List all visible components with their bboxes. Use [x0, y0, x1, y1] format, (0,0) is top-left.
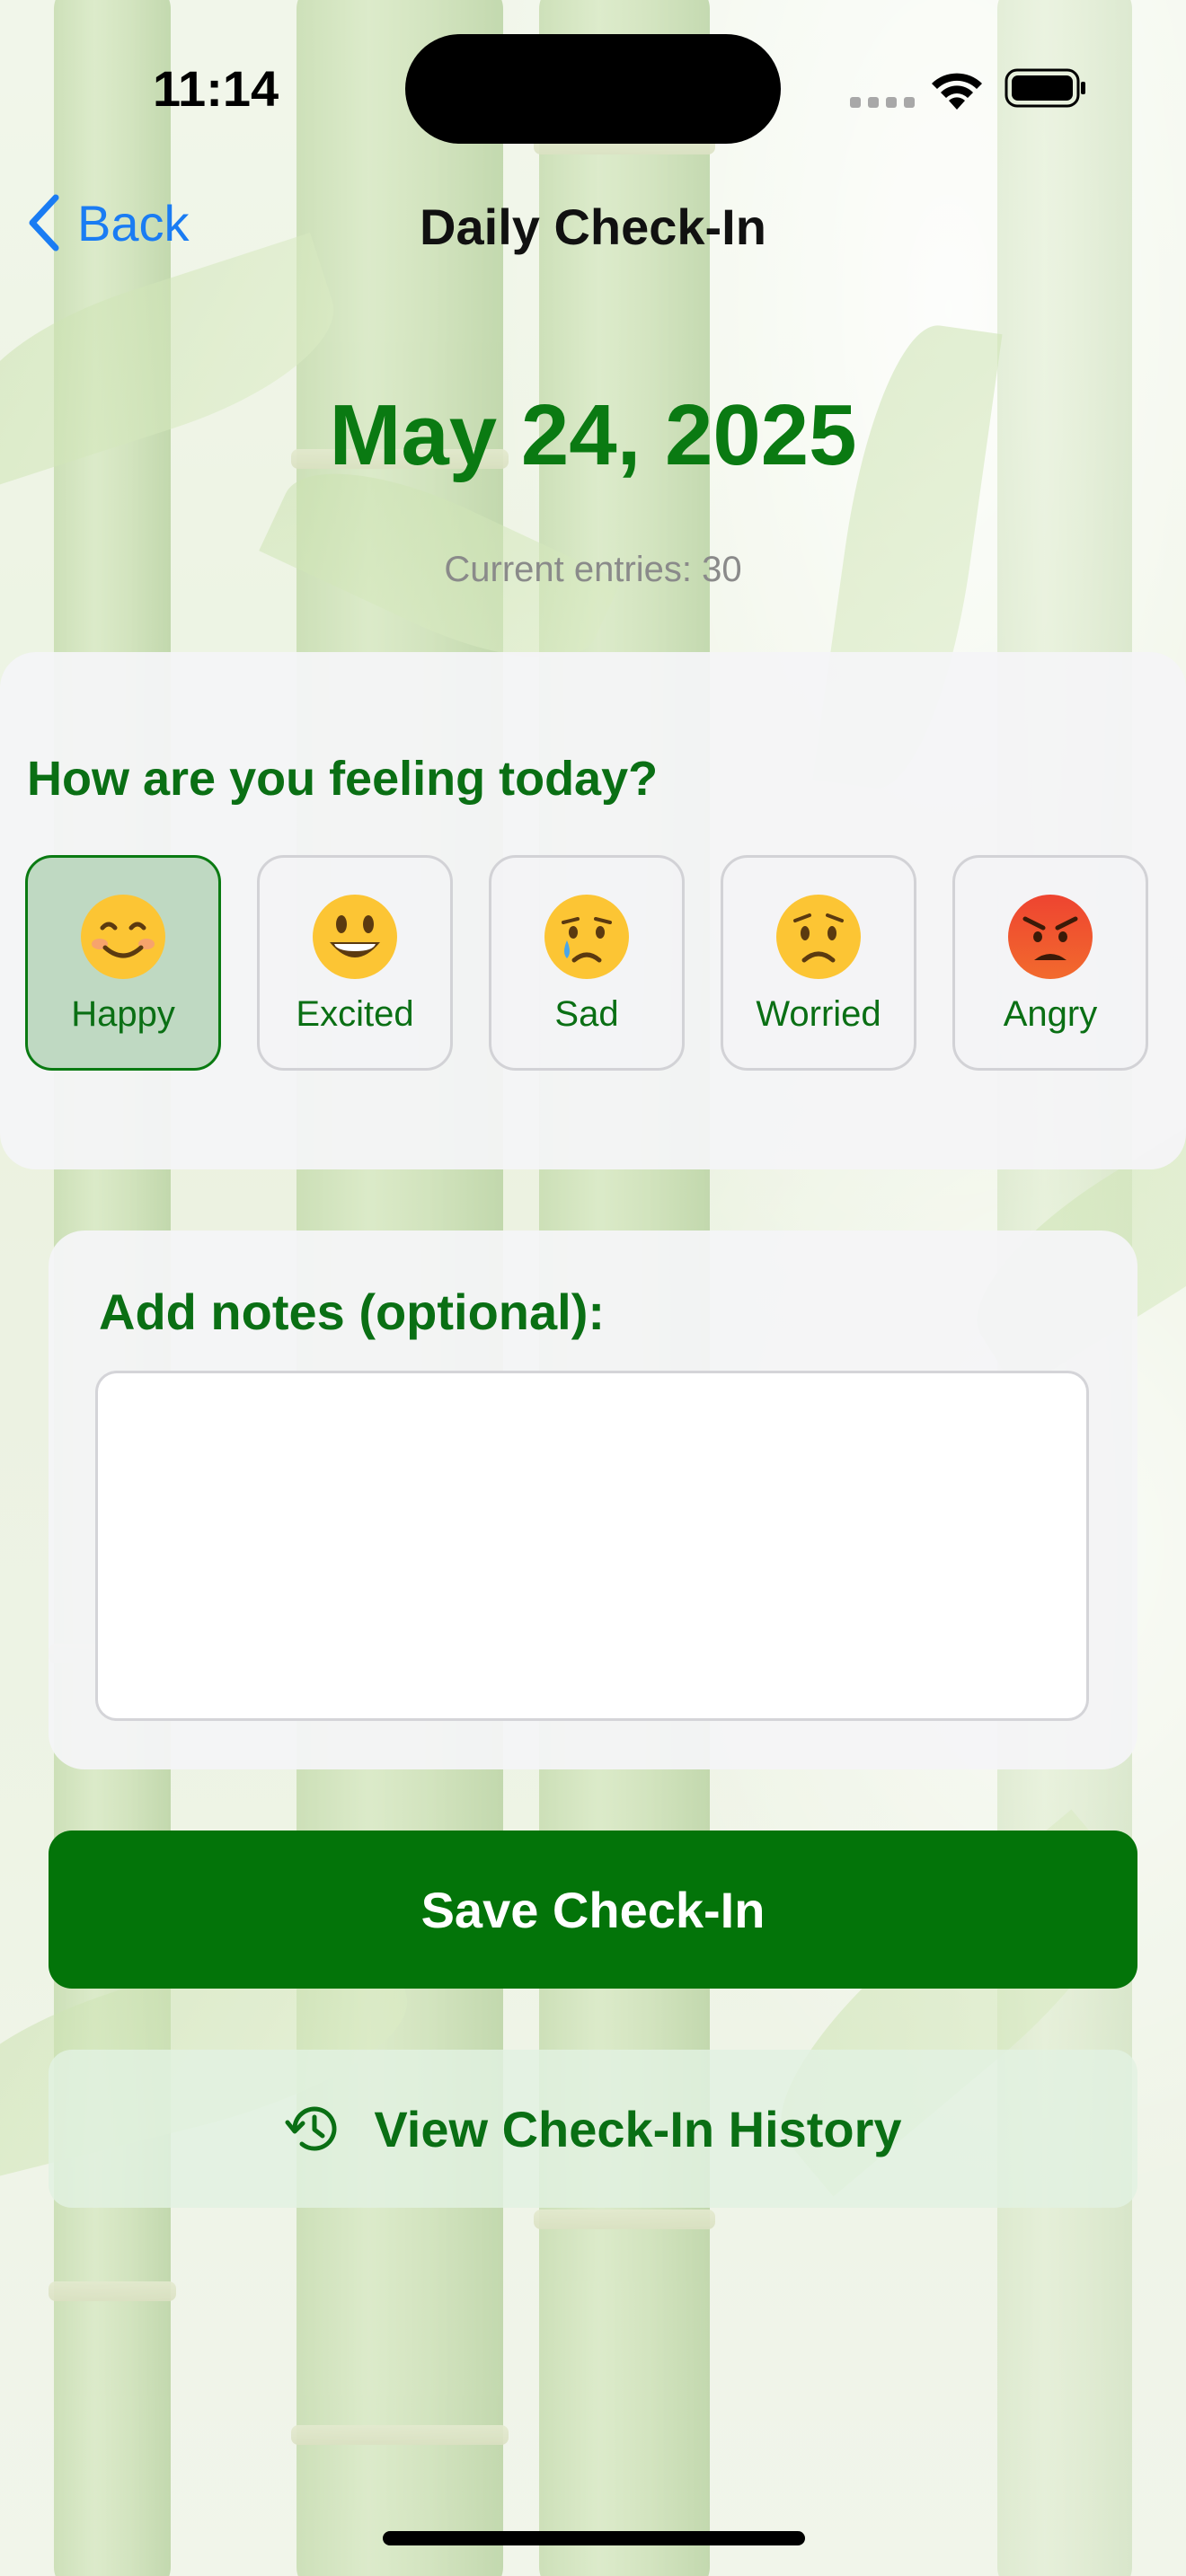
status-time: 11:14	[153, 60, 279, 117]
mood-panel: How are you feeling today? Happy Excited	[0, 652, 1186, 1169]
history-clock-icon	[285, 2106, 337, 2151]
notes-label: Add notes (optional):	[99, 1284, 606, 1340]
mood-label: Worried	[756, 993, 881, 1034]
mood-question: How are you feeling today?	[27, 752, 659, 806]
smiling-face-icon	[81, 894, 165, 979]
check-in-date: May 24, 2025	[329, 387, 857, 483]
dynamic-island	[405, 34, 781, 144]
angry-face-icon	[1008, 894, 1093, 979]
history-label: View Check-In History	[374, 2100, 902, 2157]
page-title: Daily Check-In	[420, 198, 766, 255]
wifi-icon	[932, 73, 982, 110]
mood-label: Excited	[296, 993, 414, 1034]
mood-option-angry[interactable]: Angry	[952, 855, 1148, 1071]
save-check-in-button[interactable]: Save Check-In	[49, 1831, 1137, 1989]
mood-option-sad[interactable]: Sad	[489, 855, 685, 1071]
view-history-button[interactable]: View Check-In History	[49, 2050, 1137, 2208]
entries-count: Current entries: 30	[444, 550, 742, 589]
mood-label: Sad	[554, 993, 619, 1034]
battery-icon	[1005, 68, 1085, 108]
mood-label: Happy	[71, 993, 175, 1034]
cellular-signal-icon	[850, 97, 915, 108]
grinning-face-icon	[313, 894, 397, 979]
notes-input[interactable]	[95, 1371, 1089, 1721]
crying-face-icon	[544, 894, 629, 979]
mood-label: Angry	[1003, 993, 1098, 1034]
worried-face-icon	[776, 894, 861, 979]
notes-panel: Add notes (optional):	[49, 1231, 1137, 1769]
mood-options: Happy Excited Sad Worried Angry	[25, 855, 1148, 1071]
mood-option-happy[interactable]: Happy	[25, 855, 221, 1071]
mood-option-excited[interactable]: Excited	[257, 855, 453, 1071]
home-indicator[interactable]	[383, 2531, 805, 2545]
mood-option-worried[interactable]: Worried	[721, 855, 916, 1071]
